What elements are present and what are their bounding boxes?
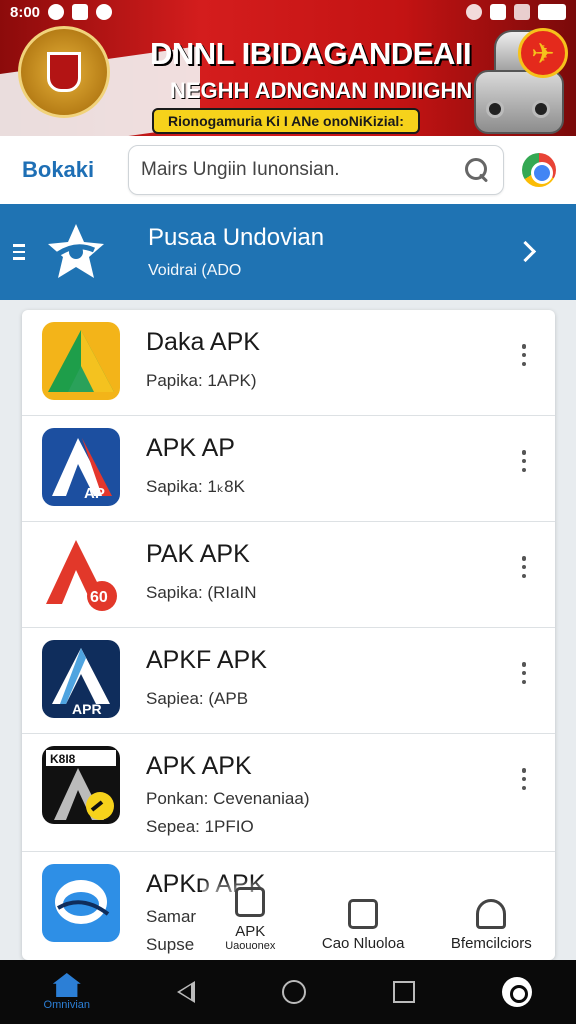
app-meta: Sapika: 1ₖ8K (146, 477, 245, 496)
browser-icon[interactable] (522, 153, 556, 187)
tab-modules[interactable]: Cao Nluoloa (321, 899, 405, 952)
tab-label: APK (235, 923, 266, 940)
list-item[interactable]: 60 PAK APK Sapika: (RIaIN (22, 522, 555, 628)
apk-a-app-icon: AP (42, 428, 120, 506)
home-label: Omnivian (43, 999, 91, 1011)
tab-sublabel: Uaouonex (225, 940, 276, 952)
list-item[interactable]: AP APK AP Sapika: 1ₖ8K (22, 416, 555, 522)
more-options-icon[interactable] (519, 344, 529, 366)
app-meta: Ponkan: Cevenaniaa) (146, 789, 310, 808)
app-name: APK AP (146, 434, 235, 462)
clock: 8:00 (10, 3, 41, 21)
garuda-emblem-icon (18, 26, 110, 118)
app-name: APKF APK (146, 646, 267, 674)
svg-text:APR: APR (72, 701, 102, 717)
home-button-icon[interactable] (282, 980, 307, 1004)
home-tab[interactable]: Omnivian (44, 973, 90, 1011)
app-meta: Sapika: (RIaIN (146, 583, 257, 602)
app-name: APK APK (146, 752, 252, 780)
folder-icon (235, 887, 266, 917)
home-icon (52, 973, 81, 997)
battery-icon (538, 4, 566, 20)
more-options-icon[interactable] (519, 768, 529, 790)
tab-profile[interactable]: Bfemcilciors (451, 899, 532, 952)
bottom-tab-bar: APK Uaouonex Cao Nluoloa Bfemcilciors (202, 878, 555, 960)
search-icon[interactable] (463, 156, 491, 184)
app-name: Daka APK (146, 328, 260, 356)
tool-a-app-icon: K8I8 (42, 746, 120, 824)
promo-subtitle: Voidrai (ADO (148, 262, 242, 279)
search-box[interactable] (128, 145, 504, 195)
apr-app-icon: APR (42, 640, 120, 718)
promo-bar[interactable]: Pusaa Undovian Voidrai (ADO (0, 204, 576, 300)
back-icon[interactable] (177, 981, 196, 1003)
notification-icon (48, 4, 65, 20)
system-nav-bar: Omnivian (0, 960, 576, 1024)
more-options-icon[interactable] (519, 556, 529, 578)
wifi-icon (466, 4, 482, 20)
more-options-icon[interactable] (519, 450, 529, 472)
search-lens-icon[interactable] (502, 977, 533, 1007)
package-icon (348, 899, 379, 929)
red-a-app-icon: 60 (42, 534, 120, 612)
status-bar: 8:00 (0, 0, 576, 24)
tab-label: Bfemcilciors (450, 935, 532, 952)
signal-icon (514, 4, 530, 20)
search-input[interactable] (141, 159, 463, 181)
cap-app-icon (42, 864, 120, 942)
alarm-icon (490, 4, 506, 20)
star-plane-logo-icon (48, 224, 104, 278)
chevron-right-icon[interactable] (510, 232, 550, 272)
banner-title: DNNL IBIDAGANDEAII (150, 36, 472, 71)
triangle-app-icon (42, 322, 120, 400)
app-meta-secondary: Sepea: 1PFIO (146, 817, 254, 836)
app-meta: Papika: 1APK) (146, 371, 257, 390)
person-icon (476, 899, 507, 929)
app-notification-icon (96, 4, 113, 20)
brand-logo[interactable]: Bokaki (22, 157, 128, 183)
promo-title: Pusaa Undovian (148, 224, 325, 251)
list-item[interactable]: K8I8 APK APK Ponkan: Cevenaniaa) Sepea: … (22, 734, 555, 852)
svg-text:60: 60 (90, 589, 108, 606)
app-meta: Sapiea: (APB (146, 689, 249, 708)
more-options-icon[interactable] (519, 662, 529, 684)
svg-text:AP: AP (84, 485, 105, 502)
plane-badge-icon: ✈ (518, 28, 568, 78)
recents-icon[interactable] (393, 981, 416, 1003)
menu-icon[interactable] (4, 204, 34, 300)
app-list: Daka APK Papika: 1APK) AP APK AP Sapika:… (22, 310, 555, 960)
list-item[interactable]: APR APKF APK Sapiea: (APB (22, 628, 555, 734)
messenger-icon (72, 4, 89, 20)
tab-label: Cao Nluoloa (321, 935, 405, 952)
tab-apk[interactable]: APK Uaouonex (225, 887, 275, 952)
banner-subtitle: NEGHH ADNGNAN INDIIGHN (170, 78, 473, 103)
app-name: PAK APK (146, 540, 250, 568)
header-bar: Bokaki (0, 136, 576, 204)
list-item[interactable]: Daka APK Papika: 1APK) (22, 310, 555, 416)
banner-ribbon: Rionogamuria Ki I ANe onoNiKizial: (152, 108, 420, 134)
svg-text:K8I8: K8I8 (50, 752, 76, 766)
